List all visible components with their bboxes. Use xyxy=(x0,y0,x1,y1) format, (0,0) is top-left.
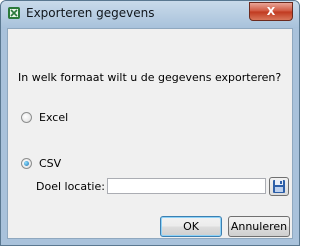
export-dialog: Exporteren gegevens X In welk formaat wi… xyxy=(0,0,300,246)
radio-selected-dot xyxy=(24,161,29,166)
ok-button[interactable]: OK xyxy=(160,216,222,237)
csv-radio[interactable] xyxy=(21,158,32,169)
csv-label[interactable]: CSV xyxy=(39,157,61,170)
cancel-button[interactable]: Annuleren xyxy=(228,216,290,237)
export-format-question: In welk formaat wilt u de gegevens expor… xyxy=(18,71,282,84)
floppy-disk-icon xyxy=(273,180,285,193)
browse-button[interactable] xyxy=(269,177,289,196)
target-location-label: Doel locatie: xyxy=(36,180,105,193)
excel-label[interactable]: Excel xyxy=(39,111,68,124)
excel-radio[interactable] xyxy=(21,112,32,123)
dialog-body: In welk formaat wilt u de gegevens expor… xyxy=(7,28,293,239)
close-icon: X xyxy=(266,5,276,18)
close-button[interactable]: X xyxy=(249,2,293,21)
target-location-input[interactable] xyxy=(107,178,266,194)
app-icon xyxy=(8,7,20,19)
window-title: Exporteren gegevens xyxy=(26,6,155,20)
title-bar[interactable]: Exporteren gegevens X xyxy=(1,1,299,28)
